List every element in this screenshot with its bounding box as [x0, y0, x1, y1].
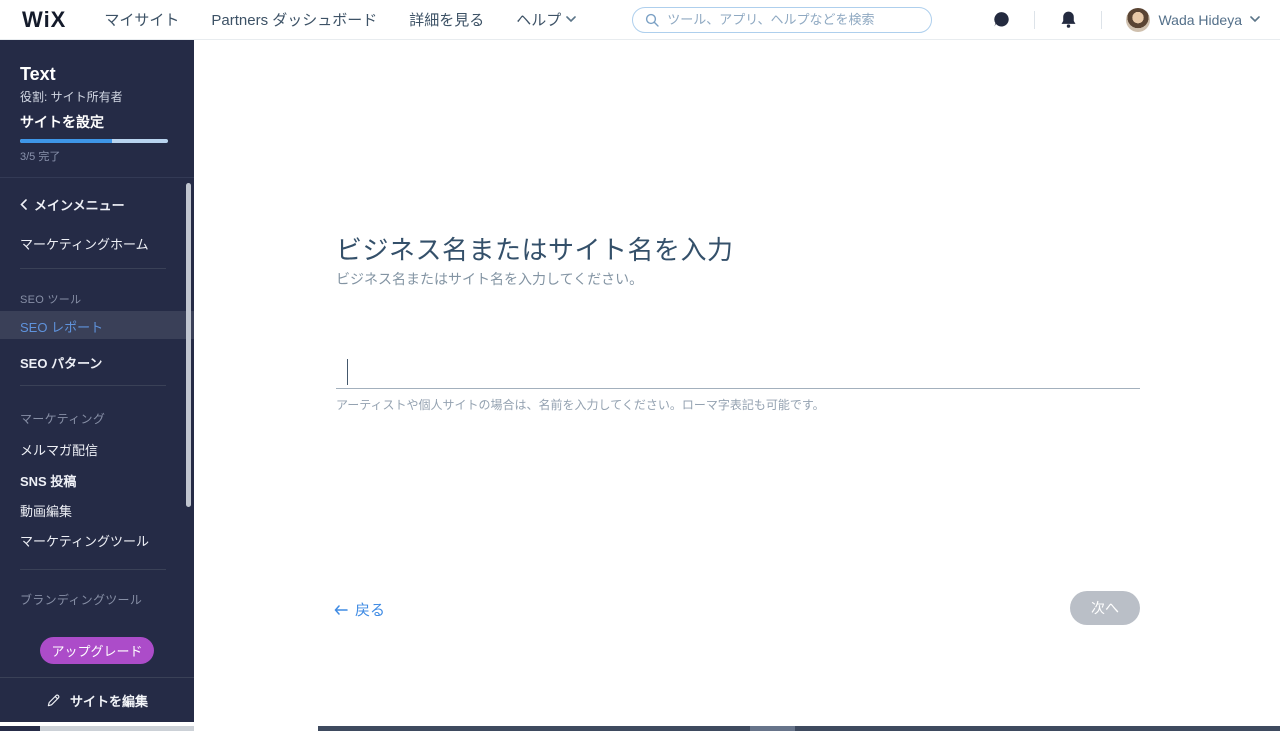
user-name: Wada Hideya: [1158, 11, 1242, 28]
global-search[interactable]: [632, 6, 933, 33]
main-content: ビジネス名またはサイト名を入力 ビジネス名またはサイト名を入力してください。 ア…: [194, 40, 1280, 726]
sidebar-section-branding-tools: ブランディングツール: [20, 593, 143, 607]
sidebar-scrollbar-thumb[interactable]: [186, 183, 191, 507]
back-link-label: 戻る: [355, 602, 386, 619]
site-name-input[interactable]: [336, 352, 1140, 388]
pencil-icon: [46, 693, 61, 708]
sidebar-item-email-marketing[interactable]: メルマガ配信: [20, 440, 98, 459]
sidebar-item-video-editing[interactable]: 動画編集: [20, 501, 72, 520]
site-setup-label: サイトを設定: [20, 114, 104, 130]
scrollbar-segment: [194, 726, 318, 731]
sidebar-divider: [20, 268, 166, 269]
setup-progress-fill: [20, 139, 112, 143]
top-bar: WiX マイサイト Partners ダッシュボード 詳細を見る ヘルプ Wad…: [0, 0, 1280, 40]
sidebar-item-label: SEO レポート: [20, 320, 104, 335]
wix-logo[interactable]: WiX: [22, 7, 66, 33]
page-subtitle: ビジネス名またはサイト名を入力してください。: [336, 271, 644, 287]
sidebar-item-sns-posts[interactable]: SNS 投稿: [20, 471, 76, 490]
sidebar-item-marketing-tools[interactable]: マーケティングツール: [20, 531, 149, 550]
text-caret: [347, 359, 348, 385]
sidebar-section-marketing: マーケティング: [20, 412, 106, 426]
sidebar-item-seo-patterns[interactable]: SEO パターン: [20, 353, 102, 372]
topbar-right-cluster: Wada Hideya: [982, 7, 1260, 32]
topbar-separator: [1034, 10, 1036, 29]
site-name: Text: [20, 64, 56, 84]
search-icon: [645, 13, 659, 27]
nav-my-sites[interactable]: マイサイト: [104, 9, 179, 30]
chevron-down-icon: [1250, 16, 1260, 23]
chat-bubble-icon[interactable]: [982, 10, 1020, 29]
topbar-separator: [1101, 10, 1103, 29]
scrollbar-segment: [0, 726, 40, 731]
field-helper-text: アーティストや個人サイトの場合は、名前を入力してください。ローマ字表記も可能です…: [336, 398, 825, 412]
setup-progress-bar: [20, 139, 168, 143]
upgrade-button[interactable]: アップグレード: [40, 637, 154, 664]
scrollbar-segment: [318, 726, 1280, 731]
user-role: 役割: サイト所有者: [20, 90, 123, 104]
scrollbar-thumb[interactable]: [40, 726, 194, 731]
sidebar-divider: [20, 385, 166, 386]
setup-progress-text: 3/5 完了: [20, 151, 61, 163]
arrow-left-icon: [334, 604, 348, 615]
sidebar-item-seo-report[interactable]: SEO レポート: [0, 311, 194, 339]
edit-site-label: サイトを編集: [69, 693, 148, 709]
nav-help-label: ヘルプ: [516, 12, 562, 29]
bell-icon[interactable]: [1049, 10, 1087, 29]
horizontal-scrollbar[interactable]: [0, 726, 1280, 731]
nav-learn-more[interactable]: 詳細を見る: [409, 9, 484, 30]
nav-partners-dashboard[interactable]: Partners ダッシュボード: [211, 9, 377, 30]
sidebar-item-main-menu[interactable]: メインメニュー: [20, 195, 125, 214]
search-input[interactable]: [667, 12, 920, 27]
sidebar-divider: [0, 177, 194, 178]
sidebar-divider: [20, 569, 166, 570]
sidebar-item-label: メインメニュー: [34, 198, 125, 213]
user-account-menu[interactable]: Wada Hideya: [1126, 7, 1260, 32]
chevron-down-icon: [566, 16, 577, 23]
sidebar-item-marketing-home[interactable]: マーケティングホーム: [20, 234, 149, 253]
sidebar: Text 役割: サイト所有者 サイトを設定 3/5 完了 メインメニュー マー…: [0, 40, 194, 722]
chevron-left-icon: [20, 199, 27, 210]
edit-site-button[interactable]: サイトを編集: [0, 677, 194, 722]
nav-help-menu[interactable]: ヘルプ: [516, 9, 577, 30]
next-button[interactable]: 次へ: [1070, 591, 1140, 625]
page-title: ビジネス名またはサイト名を入力: [336, 235, 734, 265]
avatar: [1126, 7, 1151, 32]
site-name-field: [336, 352, 1140, 389]
sidebar-section-seo-tools: SEO ツール: [20, 294, 82, 306]
back-link[interactable]: 戻る: [334, 599, 385, 620]
